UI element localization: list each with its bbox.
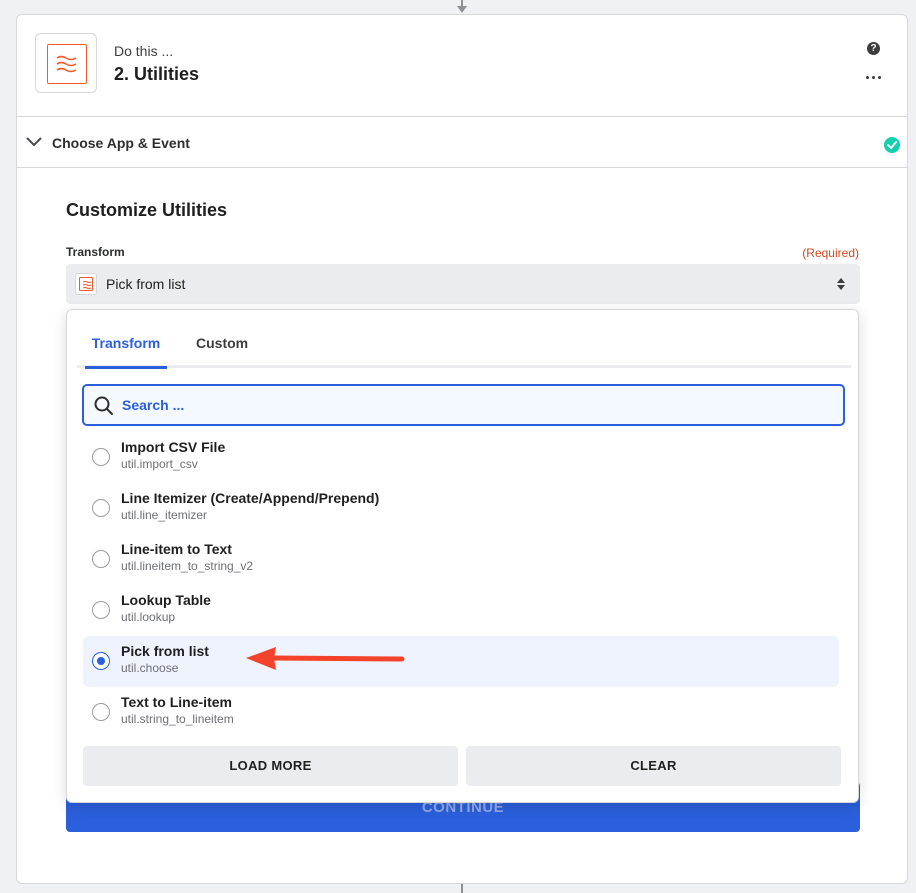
dropdown-tabs: Transform Custom	[77, 310, 851, 369]
search-field[interactable]	[82, 384, 845, 426]
option-line-itemizer[interactable]: Line Itemizer (Create/Append/Prepend) ut…	[83, 483, 839, 534]
option-title: Lookup Table	[121, 592, 211, 608]
option-lookup-table[interactable]: Lookup Table util.lookup	[83, 585, 839, 636]
step-title[interactable]: 2. Utilities	[114, 64, 199, 85]
option-text-to-lineitem[interactable]: Text to Line-item util.string_to_lineite…	[83, 687, 839, 738]
radio-button[interactable]	[92, 448, 110, 466]
option-key: util.lineitem_to_string_v2	[121, 559, 254, 573]
option-lineitem-to-text[interactable]: Line-item to Text util.lineitem_to_strin…	[83, 534, 839, 585]
load-more-button[interactable]: LOAD MORE	[83, 746, 458, 786]
utilities-app-icon	[75, 273, 97, 295]
annotation-arrow-icon	[246, 647, 405, 670]
transform-select[interactable]: Pick from list	[66, 264, 860, 304]
option-key: util.string_to_lineitem	[121, 712, 234, 726]
radio-button[interactable]	[92, 499, 110, 517]
sort-arrows-icon	[837, 278, 845, 290]
search-input[interactable]	[122, 395, 822, 415]
chevron-down-icon[interactable]	[26, 137, 42, 147]
option-key: util.import_csv	[121, 457, 198, 471]
transform-dropdown: Transform Custom Import CSV File util.im…	[66, 309, 859, 803]
app-icon-container[interactable]	[35, 33, 97, 93]
option-title: Text to Line-item	[121, 694, 232, 710]
radio-button-selected[interactable]	[92, 652, 110, 670]
tab-transform[interactable]: Transform	[85, 335, 167, 369]
option-title: Line Itemizer (Create/Append/Prepend)	[121, 490, 380, 506]
form-title: Customize Utilities	[66, 200, 228, 220]
utilities-app-icon	[47, 44, 87, 84]
step-header: Do this ... 2. Utilities ?	[17, 15, 907, 117]
option-title: Line-item to Text	[121, 541, 232, 557]
radio-button[interactable]	[92, 703, 110, 721]
search-icon	[94, 396, 113, 415]
step-kicker: Do this ...	[114, 43, 174, 59]
option-list: Import CSV File util.import_csv Line Ite…	[83, 432, 839, 738]
option-key: util.lookup	[121, 610, 176, 624]
transform-field-label: Transform	[66, 245, 125, 259]
transform-select-value: Pick from list	[106, 276, 186, 292]
option-title: Pick from list	[121, 643, 209, 659]
radio-button[interactable]	[92, 550, 110, 568]
option-key: util.choose	[121, 661, 179, 675]
option-pick-from-list[interactable]: Pick from list util.choose	[83, 636, 839, 687]
help-icon[interactable]: ?	[867, 42, 880, 55]
option-title: Import CSV File	[121, 439, 226, 455]
tab-custom[interactable]: Custom	[196, 335, 248, 366]
option-import-csv[interactable]: Import CSV File util.import_csv	[83, 432, 839, 483]
flow-connector-line	[461, 884, 463, 893]
choose-app-event-section[interactable]: Choose App & Event	[17, 117, 907, 168]
option-key: util.line_itemizer	[121, 508, 208, 522]
clear-button[interactable]: CLEAR	[466, 746, 841, 786]
radio-button[interactable]	[92, 601, 110, 619]
check-circle-icon	[884, 137, 900, 153]
required-label: (Required)	[802, 246, 859, 260]
section-label: Choose App & Event	[52, 135, 190, 151]
more-options-icon[interactable]	[865, 75, 883, 81]
flow-connector-arrow-icon	[457, 6, 467, 13]
